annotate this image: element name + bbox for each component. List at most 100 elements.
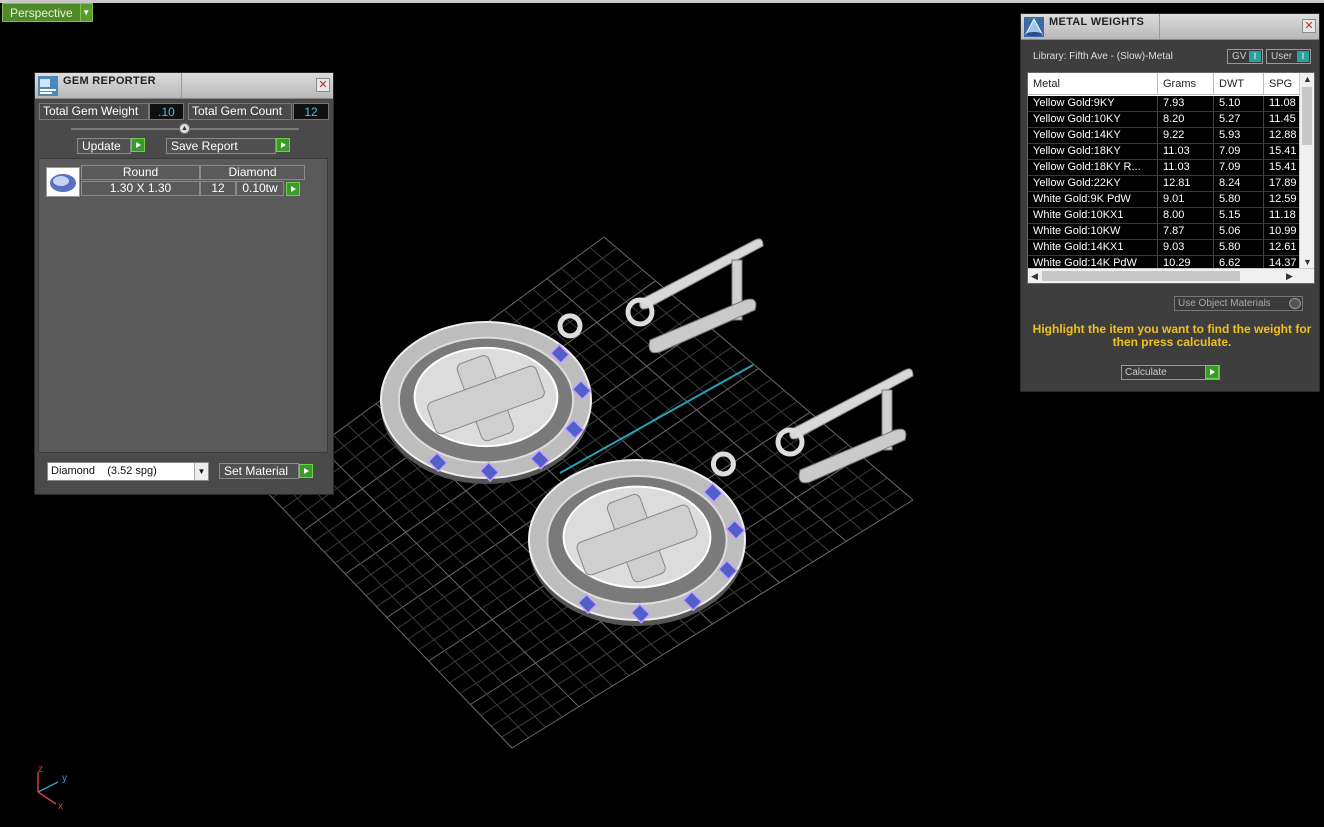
title-divider [1159,14,1160,39]
scroll-down-icon[interactable]: ▼ [1303,257,1312,267]
earring-back-jump-ring [557,313,583,339]
axis-z-label: z [38,764,43,775]
scroll-left-icon[interactable]: ◀ [1031,271,1038,282]
cell-grams: 7.93 [1158,96,1214,112]
horizontal-scrollbar[interactable]: ◀ ▶ [1028,268,1314,283]
cell-dwt: 5.80 [1214,240,1264,256]
user-switch[interactable]: I [1297,51,1309,62]
scroll-up-icon[interactable]: ▲ [1303,74,1312,84]
cell-dwt: 7.09 [1214,144,1264,160]
save-report-play-icon[interactable] [276,138,290,152]
cell-spg: 12.59 [1264,192,1304,208]
table-row[interactable]: White Gold:9K PdW 9.01 5.80 12.59 [1028,192,1304,208]
table-row[interactable]: White Gold:14KX1 9.03 5.80 12.61 [1028,240,1304,256]
gem-list[interactable]: Round Diamond 1.30 X 1.30 12 0.10tw [38,158,328,453]
cell-dwt: 7.09 [1214,160,1264,176]
column-header-spg[interactable]: SPG [1264,73,1304,95]
cell-spg: 15.41 [1264,160,1304,176]
library-label: Library: Fifth Ave - (Slow)-Metal [1033,51,1173,62]
set-material-button[interactable]: Set Material [219,463,299,479]
view-label[interactable]: Perspective [2,3,81,22]
cell-grams: 9.03 [1158,240,1214,256]
column-header-metal[interactable]: Metal [1028,73,1158,95]
metal-table-header: Metal Grams DWT SPG [1028,73,1300,95]
metal-table[interactable]: Metal Grams DWT SPG Yellow Gold:9KY 7.93 5… [1027,72,1315,284]
table-row[interactable]: White Gold:10KW 7.87 5.06 10.99 [1028,224,1304,240]
cell-grams: 12.81 [1158,176,1214,192]
vertical-scrollbar[interactable]: ▲ ▼ [1299,73,1314,268]
calculate-label: Calculate [1125,367,1167,378]
table-row[interactable]: Yellow Gold:18KY 11.03 7.09 15.41 [1028,144,1304,160]
top-toolbar-strip [0,0,1324,3]
cell-grams: 8.00 [1158,208,1214,224]
cell-metal: Yellow Gold:18KY [1028,144,1158,160]
cell-grams: 9.01 [1158,192,1214,208]
gv-toggle[interactable]: GV I [1227,49,1263,64]
axis-x-label: x [58,801,63,812]
metal-table-body: Yellow Gold:9KY 7.93 5.10 11.08 Yellow Gold:… [1028,96,1304,272]
gem-count: 12 [200,181,236,196]
cell-grams: 11.03 [1158,144,1214,160]
cell-dwt: 8.24 [1214,176,1264,192]
cell-spg: 11.45 [1264,112,1304,128]
axis-gizmo: z y x [37,764,67,812]
title-divider [181,73,182,98]
material-header: Diamond [200,165,305,180]
cell-spg: 11.18 [1264,208,1304,224]
gem-reporter-titlebar[interactable]: GEM REPORTER ✕ [35,73,333,99]
save-report-button[interactable]: Save Report [166,138,276,154]
use-object-materials-option[interactable]: Use Object Materials [1174,296,1303,311]
cell-dwt: 5.93 [1214,128,1264,144]
table-row[interactable]: Yellow Gold:22KY 12.81 8.24 17.89 [1028,176,1304,192]
splitter-handle[interactable]: ▲ [179,123,190,134]
close-icon[interactable]: ✕ [1302,19,1316,33]
scrollbar-thumb[interactable] [1042,271,1240,281]
axis-y-label: y [62,773,67,784]
metal-weights-icon [1024,17,1044,37]
view-selector[interactable]: Perspective ▼ [2,3,93,22]
cell-spg: 11.08 [1264,96,1304,112]
cell-metal: Yellow Gold:14KY [1028,128,1158,144]
calculate-play-icon[interactable] [1205,365,1219,379]
gv-switch[interactable]: I [1249,51,1261,62]
total-gem-weight-value: .10 [149,103,184,120]
cell-spg: 12.88 [1264,128,1304,144]
column-header-grams[interactable]: Grams [1158,73,1214,95]
total-gem-count-label: Total Gem Count [188,103,292,120]
material-select[interactable]: Diamond (3.52 spg) ▼ [47,462,209,481]
table-row[interactable]: Yellow Gold:14KY 9.22 5.93 12.88 [1028,128,1304,144]
close-icon[interactable]: ✕ [316,78,330,92]
column-header-dwt[interactable]: DWT [1214,73,1264,95]
cell-metal: White Gold:9K PdW [1028,192,1158,208]
cell-spg: 17.89 [1264,176,1304,192]
set-material-play-icon[interactable] [299,464,313,478]
user-toggle[interactable]: User I [1266,49,1311,64]
gem-size: 1.30 X 1.30 [81,181,200,196]
update-play-icon[interactable] [131,138,145,152]
scroll-right-icon[interactable]: ▶ [1286,271,1293,282]
cell-grams: 8.20 [1158,112,1214,128]
cell-grams: 11.03 [1158,160,1214,176]
gem-reporter-title: GEM REPORTER [63,75,156,87]
round-gem-icon [46,167,80,197]
table-row[interactable]: White Gold:10KX1 8.00 5.15 11.18 [1028,208,1304,224]
cell-dwt: 5.06 [1214,224,1264,240]
metal-weights-titlebar[interactable]: METAL WEIGHTS ✕ [1021,14,1319,40]
cell-spg: 15.41 [1264,144,1304,160]
radio-icon[interactable] [1289,298,1301,309]
update-button[interactable]: Update [77,138,131,154]
chevron-down-icon[interactable]: ▼ [80,3,93,22]
cell-dwt: 5.80 [1214,192,1264,208]
cell-metal: White Gold:14KX1 [1028,240,1158,256]
scrollbar-thumb[interactable] [1302,87,1312,145]
table-row[interactable]: Yellow Gold:18KY R... 11.03 7.09 15.41 [1028,160,1304,176]
metal-weights-title: METAL WEIGHTS [1049,16,1145,28]
select-gem-play-icon[interactable] [286,182,300,196]
table-row[interactable]: Yellow Gold:10KY 8.20 5.27 11.45 [1028,112,1304,128]
user-label: User [1271,51,1293,62]
table-row[interactable]: Yellow Gold:9KY 7.93 5.10 11.08 [1028,96,1304,112]
gem-reporter-panel: GEM REPORTER ✕ Total Gem Weight .10 Tota… [34,72,334,495]
shape-header: Round [81,165,200,180]
chevron-down-icon[interactable]: ▼ [194,463,208,480]
cell-metal: Yellow Gold:22KY [1028,176,1158,192]
